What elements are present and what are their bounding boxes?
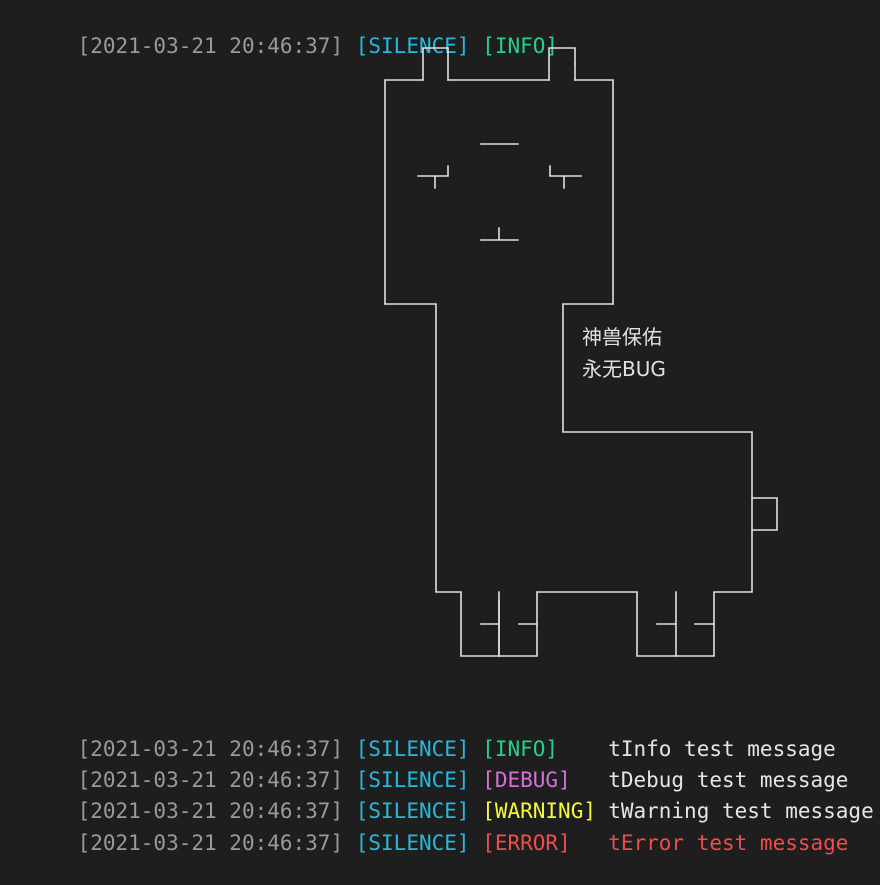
left-eye (417, 165, 449, 189)
back-leg-inner (656, 591, 677, 657)
mouth (480, 227, 519, 241)
log-message: tError test message (608, 831, 849, 855)
log-line-info: [2021-03-21 20:46:37] [SILENCE] [INFO] tI… (27, 707, 836, 761)
log-timestamp: [2021-03-21 20:46:37] (77, 831, 344, 855)
blessing-line-1: 神兽保佑 (582, 325, 662, 349)
log-line-debug: [2021-03-21 20:46:37] [SILENCE] [DEBUG] t… (27, 738, 849, 792)
head-outline (384, 79, 614, 305)
left-ear (422, 47, 449, 81)
front-leg-inner (480, 591, 500, 657)
body-outline (384, 303, 778, 657)
log-line-warning: [2021-03-21 20:46:37] [SILENCE] [WARNING… (27, 769, 874, 823)
log-line-error: [2021-03-21 20:46:37] [SILENCE] [ERROR] t… (27, 801, 849, 855)
blessing-line-2: 永无BUG (582, 357, 666, 381)
right-eye (549, 165, 582, 189)
terminal-output[interactable]: [2021-03-21 20:46:37] [SILENCE] [INFO] 神… (0, 0, 880, 855)
log-level-error: [ERROR] (482, 831, 571, 855)
right-ear (548, 47, 576, 81)
log-logger-name: [SILENCE] (355, 831, 470, 855)
